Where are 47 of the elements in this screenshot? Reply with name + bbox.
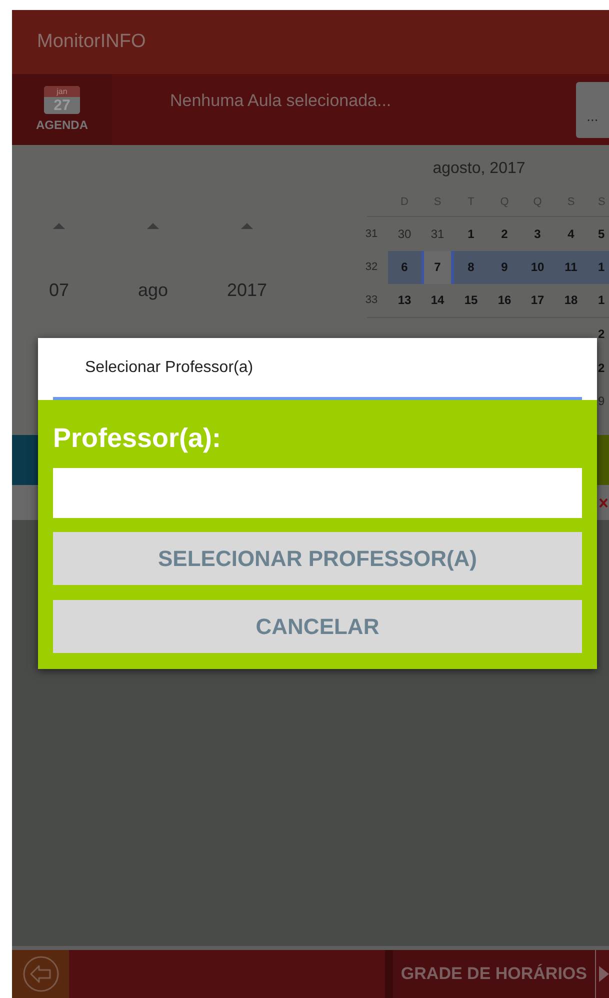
selected-week-row[interactable]: 6 7 8 9 10 11 1 xyxy=(388,250,609,284)
calendar-day[interactable]: 11 xyxy=(554,250,588,284)
up-arrow-icon[interactable] xyxy=(147,223,159,229)
calendar-day[interactable]: 2 xyxy=(488,217,521,250)
calendar-day[interactable]: 17 xyxy=(521,284,554,316)
calendar-day[interactable]: 3 xyxy=(521,217,554,250)
week-number: 33 xyxy=(365,293,378,308)
calendar-day[interactable]: 31 xyxy=(421,217,454,250)
calendar-day[interactable]: 1 xyxy=(454,217,488,250)
calendar-day[interactable]: 14 xyxy=(421,284,454,316)
field-label: Professor(a): xyxy=(53,422,222,455)
calendar-day[interactable]: 4 xyxy=(554,217,588,250)
picker-value[interactable]: ago xyxy=(138,277,168,304)
calendar-day[interactable]: 1 xyxy=(588,284,609,316)
calendar-day[interactable]: 15 xyxy=(454,284,488,316)
picker-value[interactable]: 07 xyxy=(48,277,70,304)
week-number: 32 xyxy=(365,260,378,275)
calendar-day[interactable]: 10 xyxy=(521,250,554,284)
calendar-day[interactable]: 30 xyxy=(388,217,421,250)
selected-day[interactable]: 7 xyxy=(421,250,454,284)
select-professor-button[interactable]: SELECIONAR PROFESSOR(A) xyxy=(53,532,582,585)
dialog-title: Selecionar Professor(a) xyxy=(85,358,254,378)
up-arrow-icon[interactable] xyxy=(241,223,253,229)
agenda-label: AGENDA xyxy=(36,116,88,134)
calendar-day[interactable]: 18 xyxy=(554,284,588,316)
calendar-day[interactable]: 2 xyxy=(588,318,609,351)
calendar-month-title: agosto, 2017 xyxy=(432,159,526,179)
calendar-day[interactable]: 1 xyxy=(588,250,609,284)
lesson-status-text: Nenhuma Aula selecionada... xyxy=(170,90,392,112)
calendar-day[interactable]: 16 xyxy=(488,284,521,316)
calendar-day[interactable]: 6 xyxy=(388,250,421,284)
more-button[interactable]: ... xyxy=(576,82,609,138)
close-icon[interactable] xyxy=(599,498,608,508)
schedule-button[interactable]: GRADE DE HORÁRIOS xyxy=(384,950,595,998)
calendar-icon-month: jan xyxy=(44,86,80,96)
calendar-day[interactable]: 9 xyxy=(488,250,521,284)
cancel-button[interactable]: CANCELAR xyxy=(53,600,582,653)
play-arrow-icon[interactable] xyxy=(599,966,609,982)
app-title: MonitorINFO xyxy=(37,30,146,54)
picker-value[interactable]: 2017 xyxy=(226,277,268,304)
calendar-day[interactable]: 13 xyxy=(388,284,421,316)
up-arrow-icon[interactable] xyxy=(53,223,65,229)
week-number: 31 xyxy=(365,226,378,242)
back-button[interactable] xyxy=(12,950,69,998)
professor-input-field[interactable] xyxy=(53,468,582,518)
calendar-day[interactable]: 8 xyxy=(454,250,488,284)
calendar-day[interactable]: 5 xyxy=(588,217,609,250)
